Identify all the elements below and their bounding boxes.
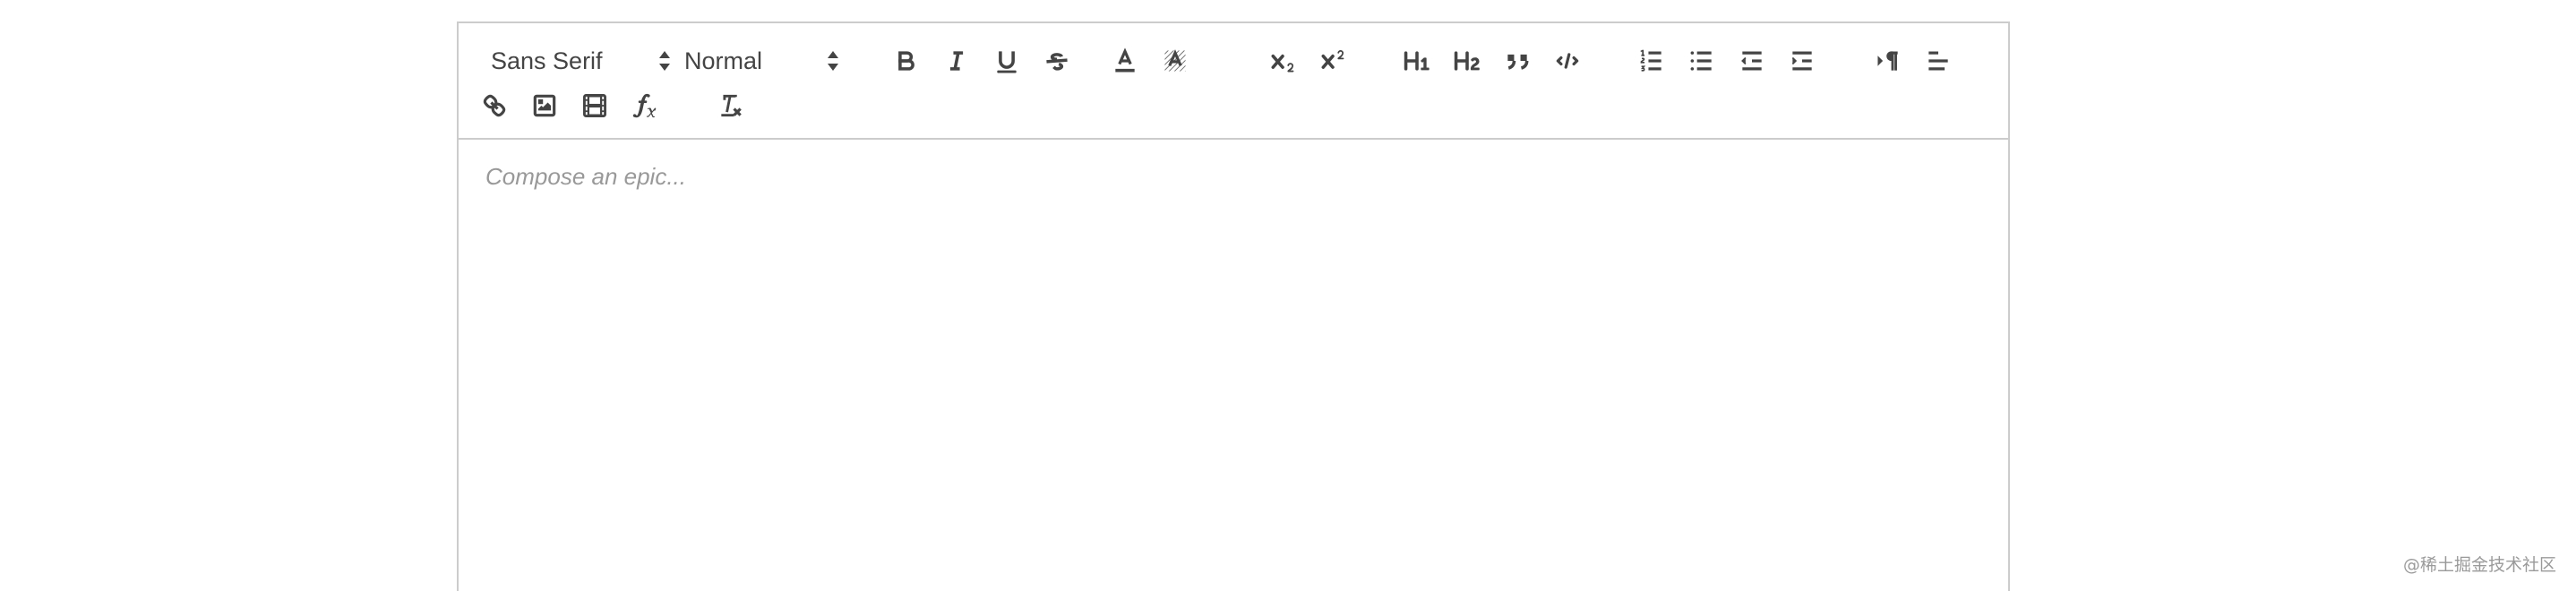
subscript-icon [1271, 54, 1294, 73]
outdent-button[interactable] [1732, 41, 1772, 81]
image-button[interactable] [525, 86, 564, 125]
dropdown-arrows-icon [654, 48, 675, 73]
header-1-button[interactable] [1397, 41, 1437, 81]
header-2-button[interactable] [1447, 41, 1487, 81]
code-block-button[interactable] [1548, 41, 1587, 81]
rich-text-editor: Sans Serif Normal Compose an epic... [457, 21, 2010, 591]
ordered-list-button[interactable] [1632, 41, 1671, 81]
editor-content-area[interactable]: Compose an epic... [459, 140, 2008, 591]
formula-icon [632, 93, 657, 118]
outdent-icon [1741, 51, 1762, 71]
video-button[interactable] [575, 86, 614, 125]
editor-toolbar: Sans Serif Normal [459, 23, 2008, 140]
ordered-list-icon [1640, 49, 1662, 72]
watermark: @稀土掘金技术社区 [2402, 555, 2556, 575]
code-block-icon [1556, 53, 1579, 69]
text-direction-icon [1877, 51, 1898, 71]
align-left-icon [1928, 51, 1948, 71]
text-direction-button[interactable] [1868, 41, 1908, 81]
blockquote-icon [1507, 54, 1529, 70]
blockquote-button[interactable] [1498, 41, 1537, 81]
bold-icon [898, 51, 914, 71]
image-icon [533, 94, 556, 117]
bold-button[interactable] [887, 41, 926, 81]
superscript-icon [1321, 50, 1344, 69]
superscript-button[interactable] [1313, 41, 1352, 81]
strikethrough-icon [1046, 53, 1068, 71]
font-picker[interactable]: Sans Serif [491, 43, 679, 79]
subscript-button[interactable] [1263, 41, 1302, 81]
background-color-icon [1164, 49, 1186, 72]
video-icon [583, 94, 606, 117]
indent-button[interactable] [1782, 41, 1822, 81]
header-2-icon [1454, 51, 1480, 71]
size-picker-label: Normal [684, 47, 763, 74]
text-color-button[interactable] [1105, 41, 1145, 81]
text-color-icon [1115, 47, 1135, 73]
align-left-button[interactable] [1919, 41, 1958, 81]
clear-formatting-button[interactable] [711, 86, 751, 125]
strikethrough-button[interactable] [1037, 41, 1077, 81]
link-icon [483, 94, 506, 117]
underline-button[interactable] [987, 41, 1026, 81]
bullet-list-button[interactable] [1682, 41, 1722, 81]
formula-button[interactable] [625, 86, 665, 125]
indent-icon [1791, 51, 1812, 71]
header-1-icon [1404, 51, 1430, 71]
underline-icon [997, 51, 1017, 73]
editor-placeholder: Compose an epic... [485, 163, 687, 190]
dropdown-arrows-icon [822, 48, 844, 73]
clear-formatting-icon [721, 94, 742, 117]
italic-icon [949, 51, 964, 71]
background-color-button[interactable] [1155, 41, 1195, 81]
size-picker[interactable]: Normal [684, 43, 854, 79]
italic-button[interactable] [937, 41, 976, 81]
font-picker-label: Sans Serif [491, 47, 603, 74]
bullet-list-icon [1690, 51, 1712, 71]
link-button[interactable] [475, 86, 514, 125]
